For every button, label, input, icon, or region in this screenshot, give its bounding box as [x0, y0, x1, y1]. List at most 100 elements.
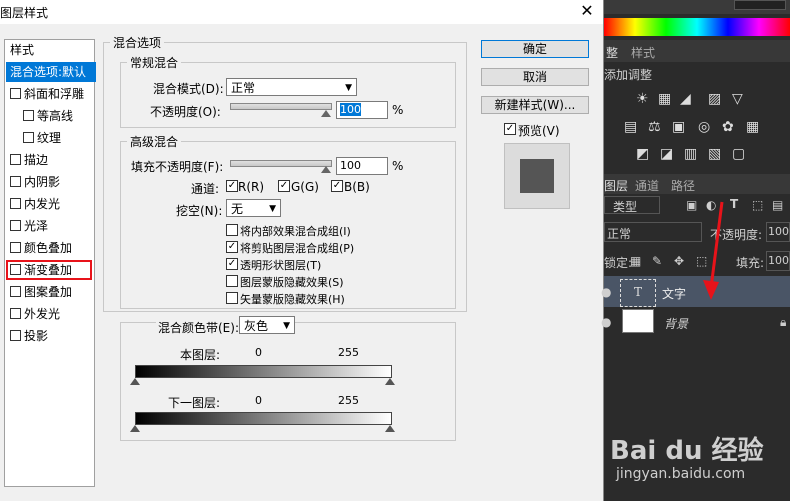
under-layer-gradient[interactable]	[135, 412, 392, 425]
brightness-icon[interactable]: ☀	[636, 91, 649, 107]
channel-g-checkbox[interactable]: ✓	[278, 180, 290, 192]
style-item-12[interactable]: 投影	[6, 326, 92, 346]
lock-pixels-icon[interactable]: ✎	[652, 254, 662, 268]
style-checkbox[interactable]	[23, 132, 34, 143]
tab-layers[interactable]: 图层	[604, 177, 628, 194]
invert-icon[interactable]: ◩	[636, 146, 649, 162]
advanced-option-checkbox[interactable]: ✓	[226, 258, 238, 270]
layer-style-dialog: 图层样式 ✕ 样式 混合选项:默认 斜面和浮雕 等高线 纹理 描边 内阴影 内发光 光泽 颜色叠…	[0, 0, 604, 501]
style-item-8[interactable]: 颜色叠加	[6, 238, 92, 258]
style-checkbox[interactable]	[10, 154, 21, 165]
threshold-icon[interactable]: ▥	[684, 146, 697, 162]
cancel-button[interactable]: 取消	[481, 68, 589, 86]
layer-opacity-input[interactable]: 100	[766, 222, 790, 242]
layer-row-background[interactable]: ● 背景 🔒︎	[601, 307, 790, 338]
layer-blend-mode[interactable]: 正常	[604, 222, 702, 242]
chevron-down-icon: ▼	[345, 83, 352, 93]
lock-transparency-icon[interactable]: ▦	[630, 254, 641, 268]
eye-icon[interactable]: ●	[601, 285, 611, 299]
fill-opacity-slider[interactable]	[230, 160, 332, 167]
vibrance-icon[interactable]: ▽	[732, 91, 743, 107]
gradient-map-icon[interactable]: ▧	[708, 146, 721, 162]
this-layer-gradient[interactable]	[135, 365, 392, 378]
channel-mixer-icon[interactable]: ✿	[722, 119, 734, 135]
style-item-10[interactable]: 图案叠加	[6, 282, 92, 302]
photo-filter-icon[interactable]: ◎	[698, 119, 710, 135]
tab-adjustments[interactable]: 整	[606, 44, 618, 61]
eye-icon[interactable]: ●	[601, 315, 611, 329]
this-layer-white-thumb[interactable]	[385, 378, 395, 385]
new-style-button[interactable]: 新建样式(W)...	[481, 96, 589, 114]
channel-r-checkbox[interactable]: ✓	[226, 180, 238, 192]
layer-name-background[interactable]: 背景	[664, 315, 688, 332]
close-button[interactable]: ✕	[576, 1, 598, 21]
styles-header[interactable]: 样式	[6, 40, 96, 60]
style-item-11[interactable]: 外发光	[6, 304, 92, 324]
tab-styles[interactable]: 样式	[631, 44, 655, 61]
advanced-option-checkbox[interactable]	[226, 275, 238, 287]
color-ramp[interactable]	[604, 18, 790, 36]
tab-channels[interactable]: 通道	[635, 177, 659, 194]
preview-checkbox[interactable]: ✓	[504, 123, 516, 135]
selective-color-icon[interactable]: ▢	[732, 146, 745, 162]
advanced-option-checkbox[interactable]	[226, 224, 238, 236]
kind-filter[interactable]: 类型	[604, 196, 660, 214]
tab-paths[interactable]: 路径	[671, 177, 695, 194]
bw-icon[interactable]: ▣	[672, 119, 685, 135]
lookup-icon[interactable]: ▦	[746, 119, 759, 135]
style-checkbox[interactable]	[10, 330, 21, 341]
style-item-2[interactable]: 等高线	[6, 106, 92, 126]
this-layer-label: 本图层:	[180, 348, 221, 362]
style-checkbox[interactable]	[10, 220, 21, 231]
fill-opacity-label: 填充不透明度(F):	[131, 160, 224, 174]
style-checkbox[interactable]	[10, 198, 21, 209]
under-layer-white-thumb[interactable]	[385, 425, 395, 432]
style-item-0[interactable]: 混合选项:默认	[6, 62, 96, 82]
advanced-option-checkbox[interactable]: ✓	[226, 241, 238, 253]
curves-icon[interactable]: ◢	[680, 91, 691, 107]
levels-icon[interactable]: ▦	[658, 91, 671, 107]
this-layer-black-thumb[interactable]	[130, 378, 140, 385]
swatch-input[interactable]	[734, 0, 786, 10]
opacity-percent: %	[392, 103, 404, 117]
blend-if-select[interactable]: 灰色 ▼	[239, 316, 295, 334]
style-checkbox[interactable]	[10, 286, 21, 297]
lock-position-icon[interactable]: ✥	[674, 254, 684, 268]
posterize-icon[interactable]: ◪	[660, 146, 673, 162]
advanced-option-label: 将剪贴图层混合成组(P)	[240, 242, 355, 255]
style-item-4[interactable]: 描边	[6, 150, 92, 170]
fill-opacity-input[interactable]: 100	[336, 157, 388, 175]
style-checkbox[interactable]	[10, 264, 21, 275]
opacity-slider-thumb[interactable]	[321, 110, 331, 117]
layer-fill-input[interactable]: 100	[766, 251, 790, 271]
advanced-option-checkbox[interactable]	[226, 292, 238, 304]
under-layer-black-thumb[interactable]	[130, 425, 140, 432]
style-checkbox[interactable]	[23, 110, 34, 121]
style-checkbox[interactable]	[10, 88, 21, 99]
smart-filter-icon[interactable]: ▤	[772, 198, 783, 212]
hue-icon[interactable]: ▤	[624, 119, 637, 135]
style-checkbox[interactable]	[10, 176, 21, 187]
fill-slider-thumb[interactable]	[321, 166, 331, 173]
style-checkbox[interactable]	[10, 242, 21, 253]
knockout-select[interactable]: 无 ▼	[226, 199, 281, 217]
color-balance-icon[interactable]: ⚖	[648, 119, 661, 135]
ok-button[interactable]: 确定	[481, 40, 589, 58]
chevron-down-icon: ▼	[283, 321, 290, 331]
opacity-input[interactable]: 100	[336, 101, 388, 119]
shape-filter-icon[interactable]: ⬚	[752, 198, 763, 212]
style-item-1[interactable]: 斜面和浮雕	[6, 84, 92, 104]
exposure-icon[interactable]: ▨	[708, 91, 721, 107]
style-item-9[interactable]: 渐变叠加	[6, 260, 92, 280]
style-item-7[interactable]: 光泽	[6, 216, 92, 236]
style-item-3[interactable]: 纹理	[6, 128, 92, 148]
style-item-5[interactable]: 内阴影	[6, 172, 92, 192]
layer-name-text[interactable]: 文字	[662, 285, 686, 302]
blend-if-value: 灰色	[244, 319, 269, 333]
style-item-6[interactable]: 内发光	[6, 194, 92, 214]
channels-label: 通道:	[191, 182, 220, 196]
style-checkbox[interactable]	[10, 308, 21, 319]
opacity-slider[interactable]	[230, 103, 332, 110]
channel-b-checkbox[interactable]: ✓	[331, 180, 343, 192]
blend-mode-select[interactable]: 正常 ▼	[226, 78, 357, 96]
